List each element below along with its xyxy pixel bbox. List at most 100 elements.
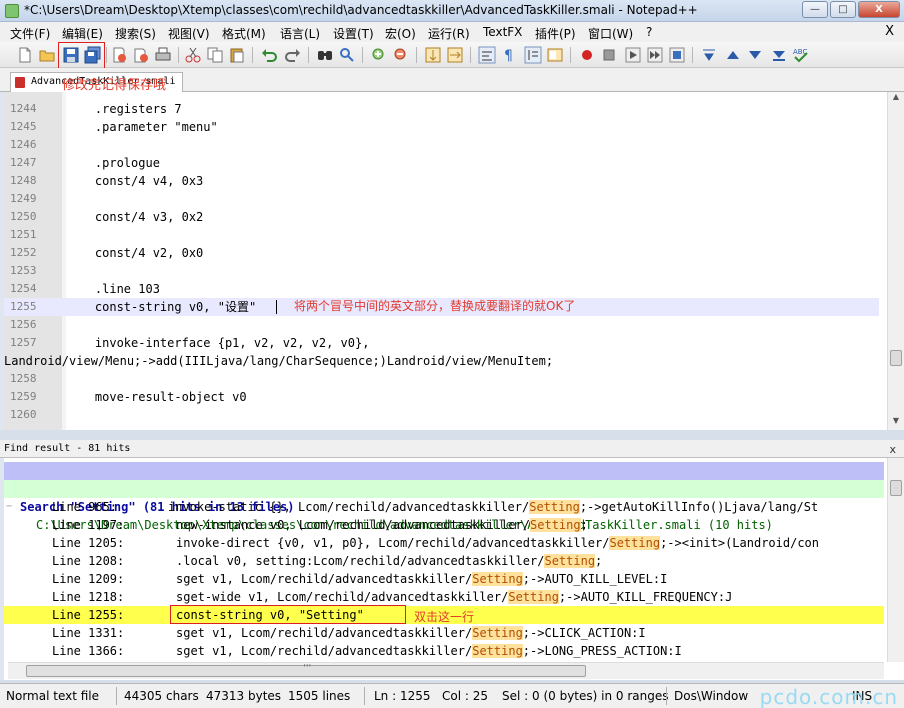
undo-icon[interactable]	[260, 46, 278, 64]
hit-code-post: ;->CLICK_ACTION:I	[522, 626, 646, 640]
play-macro-icon[interactable]	[624, 46, 642, 64]
menu-edit[interactable]: 编辑(E)	[62, 25, 103, 42]
menu-search[interactable]: 搜索(S)	[115, 25, 156, 42]
hit-line[interactable]: Line 1209: sget v1, Lcom/rechild/advanced…	[4, 570, 884, 588]
hit-line-number: Line 1331:	[52, 626, 125, 640]
word-wrap-icon[interactable]	[478, 46, 496, 64]
hit-line[interactable]: Line 1197: new-instance v0, Lcom/rechild/…	[4, 516, 884, 534]
up-icon[interactable]	[724, 46, 742, 64]
hit-code-pre: invoke-static {}, Lcom/rechild/advancedt…	[168, 500, 530, 514]
selected-hit-box	[170, 605, 406, 624]
sort-icon[interactable]	[770, 46, 788, 64]
panel-splitter[interactable]	[0, 430, 904, 440]
code-line[interactable]: 1252 const/4 v2, 0x0	[4, 244, 879, 262]
menu-view[interactable]: 视图(V)	[168, 25, 210, 42]
results-vertical-scrollbar[interactable]	[887, 458, 904, 662]
scroll-thumb[interactable]	[890, 350, 902, 366]
code-line[interactable]: 1244 .registers 7	[4, 100, 879, 118]
code-editor[interactable]: 1244 .registers 7 1245 .parameter "menu" 1…	[0, 92, 904, 430]
code-line[interactable]: 1250 const/4 v3, 0x2	[4, 208, 879, 226]
hit-line[interactable]: Line 965: invoke-static {}, Lcom/rechild/…	[4, 498, 884, 516]
open-file-icon[interactable]	[38, 46, 56, 64]
code-line[interactable]: Landroid/view/Menu;->add(IIILjava/lang/C…	[4, 352, 879, 370]
code-line[interactable]: 1254 .line 103	[4, 280, 879, 298]
menu-plugins[interactable]: 插件(P)	[535, 25, 576, 42]
sync-h-icon[interactable]	[446, 46, 464, 64]
code-line[interactable]: 1256	[4, 316, 879, 334]
cut-icon[interactable]	[184, 46, 202, 64]
results-scroll-thumb[interactable]	[890, 480, 902, 496]
menu-help[interactable]: ?	[646, 25, 652, 39]
menu-window[interactable]: 窗口(W)	[588, 25, 633, 42]
hit-code: sget v1, Lcom/rechild/advancedtaskkiller…	[176, 570, 667, 588]
code-line[interactable]: 1249	[4, 190, 879, 208]
zoom-in-icon[interactable]	[370, 46, 388, 64]
paste-icon[interactable]	[228, 46, 246, 64]
minimize-button[interactable]: —	[802, 1, 828, 18]
find-icon[interactable]	[316, 46, 334, 64]
zoom-out-icon[interactable]	[392, 46, 410, 64]
maximize-button[interactable]: □	[830, 1, 856, 18]
find-results-panel[interactable]: − Search "Setting" (81 hits in 13 files)…	[0, 458, 904, 680]
hit-line[interactable]: Line 1366: sget v1, Lcom/rechild/advanced…	[4, 642, 884, 660]
menu-textfx[interactable]: TextFX	[483, 25, 522, 39]
show-all-icon[interactable]: ¶	[500, 46, 518, 64]
status-bar: Normal text file 44305 chars 47313 bytes…	[0, 683, 904, 708]
code-line[interactable]: 1258	[4, 370, 879, 388]
menu-macro[interactable]: 宏(O)	[385, 25, 416, 42]
hit-line[interactable]: Line 1331: sget v1, Lcom/rechild/advanced…	[4, 624, 884, 642]
status-chars: 44305 chars	[124, 689, 199, 703]
down-icon[interactable]	[746, 46, 764, 64]
double-click-annotation: 双击这一行	[414, 610, 475, 624]
close-doc-button[interactable]: X	[885, 24, 894, 39]
trim-icon[interactable]	[700, 46, 718, 64]
editor-vertical-scrollbar[interactable]: ▲ ▼	[887, 92, 904, 430]
code-line[interactable]: 1257 invoke-interface {p1, v2, v2, v2, v…	[4, 334, 879, 352]
close-window-button[interactable]: X	[858, 1, 900, 18]
scroll-up-icon[interactable]: ▲	[888, 92, 904, 106]
code-line[interactable]: 1247 .prologue	[4, 154, 879, 172]
doc-map-icon[interactable]	[546, 46, 564, 64]
code-line[interactable]: 1259 move-result-object v0	[4, 388, 879, 406]
code-line[interactable]: 1253	[4, 262, 879, 280]
record-macro-icon[interactable]	[578, 46, 596, 64]
hit-line[interactable]: Line 1218: sget-wide v1, Lcom/rechild/adv…	[4, 588, 884, 606]
new-file-icon[interactable]	[16, 46, 34, 64]
menu-language[interactable]: 语言(L)	[280, 25, 320, 42]
stop-macro-icon[interactable]	[600, 46, 618, 64]
line-number: 1259	[10, 390, 37, 403]
code-line[interactable]: 1260	[4, 406, 879, 424]
replace-icon[interactable]	[338, 46, 356, 64]
hit-line-number: Line 1208:	[52, 554, 125, 568]
scroll-down-icon[interactable]: ▼	[888, 416, 904, 430]
hit-match: Setting	[472, 644, 523, 658]
close-all-icon[interactable]	[132, 46, 150, 64]
search-summary-line[interactable]: − Search "Setting" (81 hits in 13 files)	[4, 462, 884, 514]
redo-icon[interactable]	[284, 46, 302, 64]
sync-v-icon[interactable]	[424, 46, 442, 64]
spellcheck-icon[interactable]: ABC	[792, 46, 810, 64]
menu-settings[interactable]: 设置(T)	[333, 25, 374, 42]
hit-line[interactable]: Line 1205: invoke-direct {v0, v1, p0}, Lc…	[4, 534, 884, 552]
save-macro-icon[interactable]	[668, 46, 686, 64]
copy-icon[interactable]	[206, 46, 224, 64]
results-horizontal-scrollbar[interactable]: '''	[8, 662, 884, 679]
code-line[interactable]: 1246	[4, 136, 879, 154]
indent-guide-icon[interactable]	[524, 46, 542, 64]
menu-run[interactable]: 运行(R)	[428, 25, 470, 42]
find-close-button[interactable]: x	[889, 443, 896, 456]
file-result-line[interactable]: − C:\Users\Dream\Desktop\Xtemp\classes\c…	[4, 480, 884, 532]
code-line[interactable]: 1251	[4, 226, 879, 244]
code-line[interactable]: 1248 const/4 v4, 0x3	[4, 172, 879, 190]
menu-format[interactable]: 格式(M)	[222, 25, 266, 42]
results-hscroll-thumb[interactable]: '''	[26, 663, 586, 677]
print-icon[interactable]	[154, 46, 172, 64]
line-number: 1258	[10, 372, 37, 385]
close-icon[interactable]	[110, 46, 128, 64]
run-macro-icon[interactable]	[646, 46, 664, 64]
hit-line[interactable]: Line 1208: .local v0, setting:Lcom/rechil…	[4, 552, 884, 570]
hit-code-post: ;-><init>(Landroid/con	[660, 536, 820, 550]
code-line[interactable]: 1245 .parameter "menu"	[4, 118, 879, 136]
menu-file[interactable]: 文件(F)	[10, 25, 50, 42]
line-number: 1251	[10, 228, 37, 241]
